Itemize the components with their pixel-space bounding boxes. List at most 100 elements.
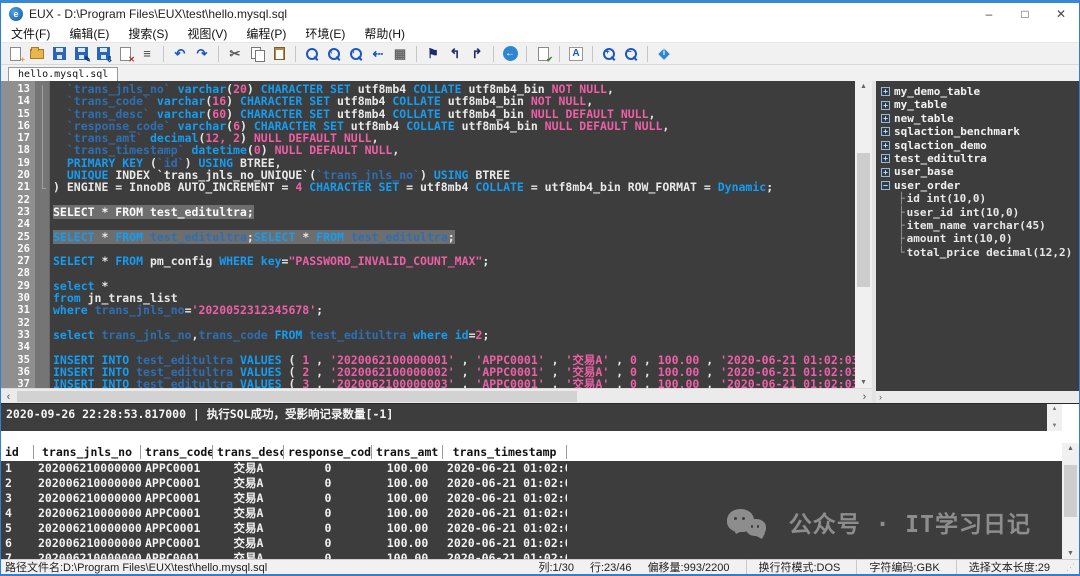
next-bookmark-icon[interactable]: ↱	[468, 45, 486, 63]
back-icon[interactable]: ←	[501, 45, 519, 63]
open-file-icon[interactable]	[28, 45, 46, 63]
code-line-27[interactable]: SELECT * FROM pm_config WHERE key="PASSW…	[53, 255, 855, 267]
cell: 2	[1, 476, 34, 491]
incremental-search-icon[interactable]: ⇠	[369, 45, 387, 63]
cell: 2020062100000007	[34, 551, 141, 559]
tab-hello-mysql-sql[interactable]: hello.mysql.sql	[8, 67, 118, 81]
cell: 2020-06-21 01:02:03	[443, 536, 567, 551]
close-file-icon[interactable]: ✕	[116, 45, 134, 63]
column-header-id[interactable]: id	[1, 445, 34, 459]
column-header-trans_code[interactable]: trans_code	[141, 445, 213, 459]
code-line-25[interactable]: SELECT * FROM test_editultra;SELECT * FR…	[53, 231, 855, 243]
tree-item-my_demo_table[interactable]: +my_demo_table	[881, 85, 1079, 98]
column-header-response_code[interactable]: response_code	[284, 445, 372, 459]
column-header-trans_desc[interactable]: trans_desc	[213, 445, 284, 459]
menu-edit[interactable]: 编辑(E)	[69, 25, 109, 42]
save-as-icon[interactable]: ✎	[72, 45, 90, 63]
menu-search[interactable]: 搜索(S)	[128, 25, 168, 42]
editor-horizontal-scrollbar[interactable]: ‹ ›	[1, 388, 872, 403]
grid-view-icon[interactable]: ▦	[391, 45, 409, 63]
save-copy-icon[interactable]: ⇩	[94, 45, 112, 63]
editor-vertical-scrollbar[interactable]: ▲ ▼	[855, 81, 872, 388]
paste-icon[interactable]	[270, 45, 288, 63]
tree-item-test_editultra[interactable]: +test_editultra	[881, 152, 1079, 165]
scroll-right-icon[interactable]: ›	[857, 389, 872, 404]
tree-column-amount[interactable]: ├amount int(10,0)	[881, 232, 1079, 245]
code-line-37[interactable]: INSERT INTO test_editultra VALUES ( 3 , …	[53, 378, 855, 388]
expand-icon[interactable]: +	[881, 168, 890, 177]
scrollbar-thumb[interactable]	[17, 391, 577, 402]
scroll-up-icon[interactable]: ▲	[1062, 445, 1079, 452]
minimize-button[interactable]: –	[971, 3, 1007, 25]
line-view-icon[interactable]: ≡	[138, 45, 156, 63]
console-scrollbar[interactable]: ▲▼	[1047, 404, 1062, 431]
bookmark-icon[interactable]: ⚑	[424, 45, 442, 63]
find-next-icon[interactable]: ›	[347, 45, 365, 63]
find-icon[interactable]	[303, 45, 321, 63]
code-line-23[interactable]: SELECT * FROM test_editultra;	[53, 206, 855, 218]
column-header-trans_timestamp[interactable]: trans_timestamp	[443, 445, 567, 459]
results-scrollbar[interactable]: ▲ ▼	[1062, 443, 1079, 559]
about-icon[interactable]: ◆i	[655, 45, 673, 63]
save-icon[interactable]	[50, 45, 68, 63]
tree-item-user_base[interactable]: +user_base	[881, 165, 1079, 178]
table-row[interactable]: 72020062100000007APPC0001交易A0100.002020-…	[1, 551, 1079, 559]
code-area[interactable]: `trans_jnls_no` varchar(20) CHARACTER SE…	[50, 81, 855, 388]
resize-grip[interactable]: ⋰	[1066, 562, 1075, 573]
menu-help[interactable]: 帮助(H)	[364, 25, 405, 42]
code-line-21[interactable]: ) ENGINE = InnoDB AUTO_INCREMENT = 4 CHA…	[53, 181, 855, 193]
zoom-out-icon[interactable]: −	[622, 45, 640, 63]
tree-item-sqlaction_demo[interactable]: +sqlaction_demo	[881, 139, 1079, 152]
previous-bookmark-icon[interactable]: ↰	[446, 45, 464, 63]
redo-icon[interactable]: ↷	[193, 45, 211, 63]
tree-column-total_price[interactable]: └total_price decimal(12,2)	[881, 246, 1079, 259]
expand-icon[interactable]: +	[881, 87, 890, 96]
scroll-left-icon[interactable]: ‹	[1, 389, 16, 404]
column-header-trans_jnls_no[interactable]: trans_jnls_no	[34, 445, 141, 459]
column-header-trans_amt[interactable]: trans_amt	[372, 445, 443, 459]
expand-icon[interactable]: +	[881, 154, 890, 163]
undo-icon[interactable]: ↶	[171, 45, 189, 63]
scrollbar-thumb[interactable]	[1064, 465, 1077, 517]
menu-view[interactable]: 视图(V)	[187, 25, 227, 42]
code-line-31[interactable]: where trans_jnls_no='2020052312345678';	[53, 304, 855, 316]
table-row[interactable]: 22020062100000002APPC0001交易A0100.002020-…	[1, 476, 1079, 491]
tree-column-item_name[interactable]: ├item_name varchar(45)	[881, 219, 1079, 232]
fold-margin[interactable]	[35, 81, 50, 388]
menu-environment[interactable]: 环境(E)	[305, 25, 345, 42]
code-line-33[interactable]: select trans_jnls_no,trans_code FROM tes…	[53, 329, 855, 341]
scroll-down-icon[interactable]: ▼	[855, 379, 872, 386]
scroll-down-icon[interactable]: ▼	[1062, 550, 1079, 557]
cell: 2020-06-21 01:02:03	[443, 521, 567, 536]
menu-program[interactable]: 编程(P)	[246, 25, 286, 42]
collapse-icon[interactable]: −	[881, 181, 890, 190]
tree-column-user_id[interactable]: ├user_id int(10,0)	[881, 206, 1079, 219]
scroll-up-icon[interactable]: ▲	[855, 83, 872, 90]
copy-icon[interactable]	[248, 45, 266, 63]
new-file-icon[interactable]: +	[6, 45, 24, 63]
task-check-icon[interactable]: ✔	[534, 45, 552, 63]
close-button[interactable]: ✕	[1043, 3, 1079, 25]
scrollbar-thumb[interactable]	[857, 153, 870, 287]
highlight-text-icon[interactable]: A	[567, 45, 585, 63]
table-row[interactable]: 32020062100000003APPC0001交易A0100.002020-…	[1, 491, 1079, 506]
code-line-28[interactable]	[53, 267, 855, 279]
expand-icon[interactable]: +	[881, 127, 890, 136]
maximize-button[interactable]: □	[1007, 3, 1043, 25]
tree-item-sqlaction_benchmark[interactable]: +sqlaction_benchmark	[881, 125, 1079, 138]
expand-icon[interactable]: +	[881, 141, 890, 150]
find-previous-icon[interactable]: ‹	[325, 45, 343, 63]
toolbar-separator	[493, 46, 494, 62]
tree-item-my_table[interactable]: +my_table	[881, 98, 1079, 111]
tree-item-new_table[interactable]: +new_table	[881, 112, 1079, 125]
tree-column-id[interactable]: ├id int(10,0)	[881, 192, 1079, 205]
expand-icon[interactable]: +	[881, 114, 890, 123]
cut-icon[interactable]: ✂	[226, 45, 244, 63]
menu-file[interactable]: 文件(F)	[11, 25, 50, 42]
table-row[interactable]: 12020062100000001APPC0001交易A0100.002020-…	[1, 461, 1079, 476]
tree-item-user_order[interactable]: −user_order	[881, 179, 1079, 192]
zoom-in-icon[interactable]: +	[600, 45, 618, 63]
cell: 3	[1, 491, 34, 506]
tree-horizontal-scrollbar[interactable]: ›	[876, 391, 1079, 403]
expand-icon[interactable]: +	[881, 101, 890, 110]
